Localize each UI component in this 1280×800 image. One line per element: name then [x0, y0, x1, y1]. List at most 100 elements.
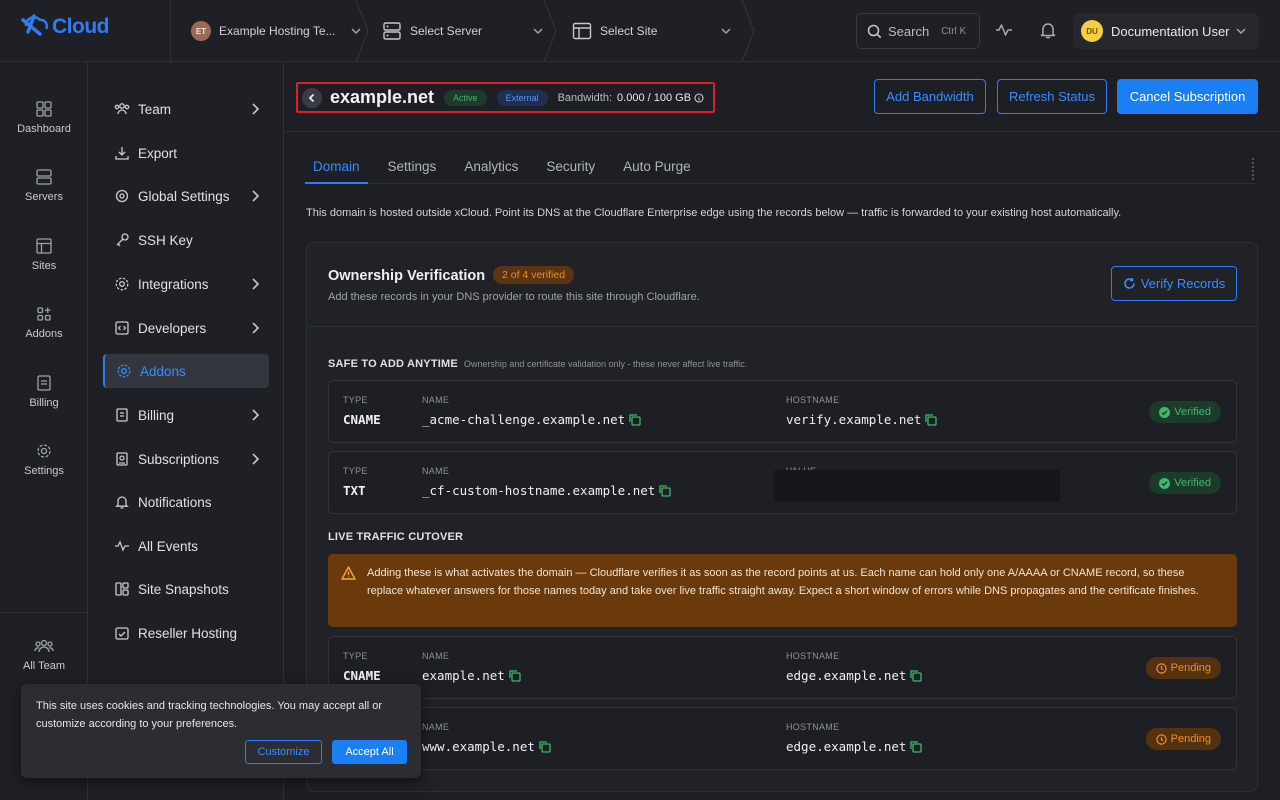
server-selector[interactable]: Select Server — [362, 0, 557, 62]
cancel-subscription-button[interactable]: Cancel Subscription — [1117, 79, 1258, 114]
tab-scroll-handle[interactable] — [1252, 158, 1256, 180]
page-title: example.net — [330, 87, 435, 107]
search-button[interactable]: Search Ctrl K — [856, 13, 980, 49]
brand-name: Cloud — [52, 15, 109, 38]
copy-icon[interactable] — [628, 413, 641, 426]
nav-item-label: All Events — [138, 538, 199, 554]
verify-records-button[interactable]: Verify Records — [1111, 266, 1237, 301]
bell-icon[interactable] — [1038, 20, 1058, 40]
copy-icon[interactable] — [909, 669, 923, 682]
rail-item-sites[interactable]: Sites — [0, 237, 88, 272]
rail-item-settings[interactable]: Settings — [0, 442, 88, 477]
tab-auto-purge[interactable]: Auto Purge — [615, 152, 699, 184]
copy-icon[interactable] — [538, 740, 551, 753]
status-badge: Active — [444, 89, 487, 106]
site-icon — [572, 22, 592, 40]
tab-security[interactable]: Security — [538, 152, 603, 184]
section-note: Ownership and certificate validation onl… — [463, 359, 748, 369]
team-icon — [34, 637, 54, 655]
back-button[interactable] — [302, 87, 322, 108]
record-name: example.net — [422, 668, 521, 683]
site-selector[interactable]: Select Site — [550, 0, 755, 62]
brand-logo[interactable]: Cloud — [20, 12, 109, 42]
card-subtitle: Add these records in your DNS provider t… — [328, 291, 700, 303]
info-icon[interactable] — [694, 92, 704, 103]
add-bandwidth-button[interactable]: Add Bandwidth — [874, 79, 986, 114]
nav-item-addons[interactable]: Addons — [103, 354, 269, 388]
team-name: Example Hosting Te... — [219, 24, 336, 38]
code-icon — [114, 320, 130, 336]
verified-badge: Verified — [1149, 472, 1221, 494]
chevron-down-icon — [720, 25, 732, 37]
nav-item-all-events[interactable]: All Events — [103, 529, 269, 563]
chevron-right-icon — [249, 408, 261, 422]
dns-record-row: TYPE CNAME NAME example.net HOSTNAME edg… — [328, 636, 1237, 699]
type-label: TYPE — [343, 651, 368, 661]
name-label: NAME — [422, 395, 450, 405]
record-hostname: verify.example.net — [786, 412, 938, 427]
nav-item-reseller-hosting[interactable]: Reseller Hosting — [103, 616, 269, 650]
chevron-right-icon — [249, 321, 261, 335]
settings-icon — [35, 442, 53, 460]
refresh-status-button[interactable]: Refresh Status — [997, 79, 1107, 114]
nav-item-label: Site Snapshots — [138, 581, 229, 597]
ownership-verification-card: Ownership Verification 2 of 4 verified A… — [306, 242, 1258, 792]
hostname-label: HOSTNAME — [786, 651, 840, 661]
nav-item-notifications[interactable]: Notifications — [103, 485, 269, 519]
search-icon — [867, 24, 882, 39]
user-menu[interactable]: DU Documentation User — [1073, 13, 1259, 49]
tab-settings[interactable]: Settings — [380, 152, 445, 184]
sites-icon — [35, 237, 53, 255]
nav-item-developers[interactable]: Developers — [103, 311, 269, 345]
nav-item-label: Export — [138, 145, 178, 161]
nav-item-integrations[interactable]: Integrations — [103, 267, 269, 301]
record-hostname: edge.example.net — [786, 739, 923, 754]
type-label: TYPE — [343, 466, 368, 476]
cookie-accept-all-button[interactable]: Accept All — [332, 740, 407, 764]
rail-item-servers[interactable]: Servers — [0, 168, 88, 203]
addons-icon — [35, 305, 53, 323]
rail-item-all-team[interactable]: All Team — [0, 637, 88, 672]
tab-domain[interactable]: Domain — [305, 152, 368, 184]
rail-item-billing[interactable]: Billing — [0, 374, 88, 409]
nav-item-label: Notifications — [138, 494, 212, 510]
team-selector[interactable]: ET Example Hosting Te... — [170, 0, 369, 62]
bandwidth-label: Bandwidth: — [557, 91, 613, 104]
nav-item-site-snapshots[interactable]: Site Snapshots — [103, 572, 269, 606]
rail-item-addons[interactable]: Addons — [0, 305, 88, 340]
bandwidth-value: 0.000 / 100 GB — [617, 91, 692, 104]
rail-item-dashboard[interactable]: Dashboard — [0, 100, 88, 135]
export-icon — [114, 145, 130, 161]
tab-analytics[interactable]: Analytics — [456, 152, 526, 184]
rail-label: All Team — [23, 660, 65, 672]
nav-item-export[interactable]: Export — [103, 136, 269, 170]
nav-item-team[interactable]: Team — [103, 92, 269, 126]
cookie-customize-button[interactable]: Customize — [245, 740, 322, 764]
nav-item-billing[interactable]: Billing — [103, 398, 269, 432]
billing-icon — [35, 374, 53, 392]
dns-record-row: TYPE CNAME NAME _acme-challenge.example.… — [328, 380, 1237, 443]
page-header: example.net Active External Bandwidth: 0… — [285, 62, 1280, 132]
activity-icon[interactable] — [994, 20, 1014, 40]
main-content: example.net Active External Bandwidth: 0… — [285, 62, 1280, 800]
subscriptions-icon — [114, 451, 130, 467]
chevron-right-icon — [249, 189, 261, 203]
server-select-label: Select Server — [410, 24, 483, 38]
copy-icon[interactable] — [909, 740, 923, 753]
nav-item-subscriptions[interactable]: Subscriptions — [103, 442, 269, 476]
copy-icon[interactable] — [658, 484, 671, 497]
rail-label: Dashboard — [17, 123, 71, 135]
record-name: _acme-challenge.example.net — [422, 412, 641, 427]
nav-item-global-settings[interactable]: Global Settings — [103, 179, 269, 213]
copy-icon[interactable] — [924, 413, 938, 426]
type-label: TYPE — [343, 395, 368, 405]
section-title: LIVE TRAFFIC CUTOVER — [328, 531, 464, 543]
nav-item-ssh-key[interactable]: SSH Key — [103, 223, 269, 257]
rail-label: Settings — [24, 465, 64, 477]
record-name: _cf-custom-hostname.example.net — [422, 483, 671, 498]
nav-item-label: Billing — [138, 407, 175, 423]
card-title: Ownership Verification — [328, 268, 486, 284]
clock-icon — [1155, 733, 1167, 745]
copy-icon[interactable] — [508, 669, 521, 682]
chevron-right-icon — [249, 102, 261, 116]
